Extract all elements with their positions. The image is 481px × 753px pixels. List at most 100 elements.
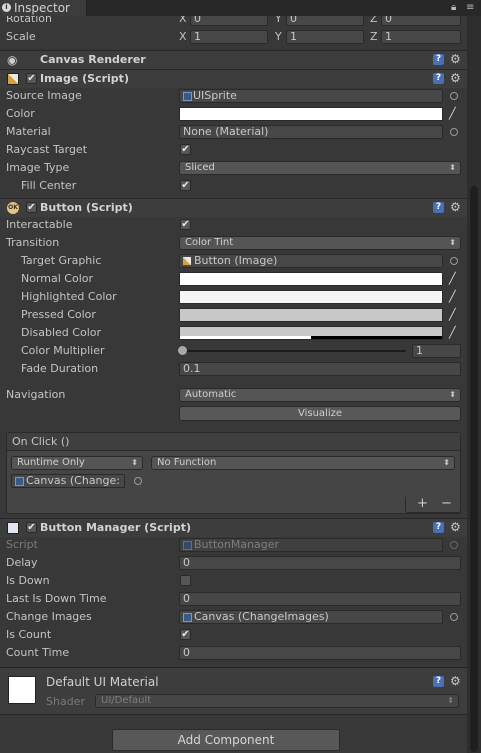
gear-icon[interactable]: ⚙ xyxy=(450,71,461,85)
eyedropper-icon[interactable]: ╱ xyxy=(449,108,459,120)
eyedropper-icon[interactable]: ╱ xyxy=(449,309,459,321)
gear-icon[interactable]: ⚙ xyxy=(450,674,461,688)
image-enabled-checkbox[interactable]: ✔ xyxy=(26,73,37,84)
script-field: ButtonManager xyxy=(179,538,443,552)
raycast-target-row: Raycast Target ✔ xyxy=(0,141,467,159)
image-type-dropdown[interactable]: Sliced ⬍ xyxy=(179,161,461,175)
menu-icon[interactable]: ≡ xyxy=(466,2,474,14)
add-component-button[interactable]: Add Component xyxy=(112,729,340,751)
material-field[interactable]: None (Material) xyxy=(179,125,443,139)
eyedropper-icon[interactable]: ╱ xyxy=(449,327,459,339)
canvas-renderer-header[interactable]: ◉ Canvas Renderer ? ⚙ xyxy=(0,50,467,69)
plus-icon[interactable]: + xyxy=(417,497,428,511)
gear-icon[interactable]: ⚙ xyxy=(450,200,461,214)
navigation-dropdown[interactable]: Automatic ⬍ xyxy=(179,388,461,402)
image-type-value: Sliced xyxy=(185,162,215,173)
help-icon[interactable]: ? xyxy=(433,73,444,84)
canvas-renderer-title: Canvas Renderer xyxy=(40,53,146,66)
object-picker-icon[interactable] xyxy=(134,477,142,485)
object-picker-icon[interactable] xyxy=(450,257,458,265)
is-down-label: Is Down xyxy=(6,574,50,587)
button-manager-title: Button Manager (Script) xyxy=(40,521,191,534)
fade-duration-field[interactable]: 0.1 xyxy=(179,362,461,376)
object-picker-icon[interactable] xyxy=(450,128,458,136)
scale-x-field[interactable]: 1 xyxy=(190,30,268,44)
object-picker-icon[interactable] xyxy=(450,92,458,100)
count-time-field[interactable]: 0 xyxy=(179,646,461,660)
scale-y-field[interactable]: 1 xyxy=(286,30,364,44)
function-dropdown[interactable]: No Function ⬍ xyxy=(151,456,455,470)
script-value: ButtonManager xyxy=(194,538,280,551)
target-graphic-field[interactable]: Button (Image) xyxy=(179,254,443,268)
source-image-label: Source Image xyxy=(6,89,82,102)
script-icon xyxy=(15,477,24,486)
eyedropper-icon[interactable]: ╱ xyxy=(449,273,459,285)
highlighted-color-label: Highlighted Color xyxy=(21,290,117,303)
rotation-z-field[interactable]: 0 xyxy=(381,16,461,26)
color-multiplier-slider-track[interactable] xyxy=(182,350,406,352)
help-icon[interactable]: ? xyxy=(433,676,444,687)
change-images-field[interactable]: Canvas (ChangeImages) xyxy=(179,610,443,624)
fill-center-checkbox[interactable]: ✔ xyxy=(180,180,191,191)
material-row: Material None (Material) xyxy=(0,123,467,141)
shader-value: UI/Default xyxy=(101,695,152,706)
shader-dropdown: UI/Default ⬍ xyxy=(95,694,459,708)
object-picker-icon[interactable] xyxy=(450,613,458,621)
button-enabled-checkbox[interactable]: ✔ xyxy=(26,202,37,213)
on-click-header: On Click () xyxy=(7,433,460,451)
runtime-dropdown[interactable]: Runtime Only ⬍ xyxy=(11,456,143,470)
rotation-row: Rotation X 0 Y 0 Z 0 xyxy=(0,16,467,28)
on-click-add-remove: + − xyxy=(405,497,461,513)
scale-z-field[interactable]: 1 xyxy=(381,30,461,44)
scrollbar-thumb[interactable] xyxy=(470,186,478,752)
pressed-color-row: Pressed Color ╱ xyxy=(0,306,467,324)
inspector-content: Rotation X 0 Y 0 Z 0 Scale X 1 Y 1 Z 1 ◉… xyxy=(0,16,467,753)
help-icon[interactable]: ? xyxy=(433,202,444,213)
is-down-checkbox[interactable] xyxy=(180,575,191,586)
image-component-header[interactable]: ✔ Image (Script) ? ⚙ xyxy=(0,69,467,88)
rotation-x-field[interactable]: 0 xyxy=(190,16,268,26)
is-count-checkbox[interactable]: ✔ xyxy=(180,629,191,640)
pressed-color-swatch[interactable] xyxy=(179,308,443,322)
disabled-color-row: Disabled Color ╱ xyxy=(0,324,467,342)
dropdown-arrow-icon: ⬍ xyxy=(447,696,454,705)
highlighted-color-swatch[interactable] xyxy=(179,290,443,304)
script-row: Script ButtonManager xyxy=(0,536,467,554)
rotation-y-label: Y xyxy=(275,16,282,25)
delay-label: Delay xyxy=(6,556,38,569)
source-image-field[interactable]: UISprite xyxy=(179,89,443,103)
button-component-header[interactable]: OK ✔ Button (Script) ? ⚙ xyxy=(0,198,467,217)
button-manager-header[interactable]: ✔ Button Manager (Script) ? ⚙ xyxy=(0,518,467,537)
eyedropper-icon[interactable]: ╱ xyxy=(449,291,459,303)
color-multiplier-row: Color Multiplier 1 xyxy=(0,342,467,360)
color-swatch[interactable] xyxy=(179,107,443,121)
help-icon[interactable]: ? xyxy=(433,522,444,533)
gear-icon[interactable]: ⚙ xyxy=(450,520,461,534)
visualize-button[interactable]: Visualize xyxy=(179,406,461,421)
gear-icon[interactable]: ⚙ xyxy=(450,52,461,66)
target-graphic-value: Button (Image) xyxy=(194,254,278,267)
dropdown-arrow-icon: ⬍ xyxy=(449,238,456,247)
delay-field[interactable]: 0 xyxy=(179,556,461,570)
tab-inspector[interactable]: i Inspector xyxy=(0,0,87,16)
color-multiplier-slider-knob[interactable] xyxy=(178,346,187,355)
disabled-color-swatch[interactable] xyxy=(179,326,443,340)
button-manager-enabled-checkbox[interactable]: ✔ xyxy=(26,522,37,533)
lock-icon[interactable]: 🔒︎ xyxy=(451,2,456,14)
rotation-z-label: Z xyxy=(370,16,378,25)
is-down-row: Is Down xyxy=(0,572,467,590)
material-name: Default UI Material xyxy=(46,675,159,689)
last-is-down-time-field[interactable]: 0 xyxy=(179,592,461,606)
fill-center-label: Fill Center xyxy=(21,179,77,192)
raycast-target-checkbox[interactable]: ✔ xyxy=(180,144,191,155)
rotation-y-field[interactable]: 0 xyxy=(286,16,364,26)
vertical-scrollbar[interactable] xyxy=(467,16,481,753)
on-click-object-field[interactable]: Canvas (Change: xyxy=(11,474,125,488)
minus-icon[interactable]: − xyxy=(441,497,452,511)
interactable-checkbox[interactable]: ✔ xyxy=(180,219,191,230)
transition-dropdown[interactable]: Color Tint ⬍ xyxy=(179,236,461,250)
normal-color-swatch[interactable] xyxy=(179,272,443,286)
tab-bar: i Inspector 🔒︎ ≡ xyxy=(0,0,481,16)
help-icon[interactable]: ? xyxy=(433,54,444,65)
color-multiplier-field[interactable]: 1 xyxy=(412,344,461,358)
